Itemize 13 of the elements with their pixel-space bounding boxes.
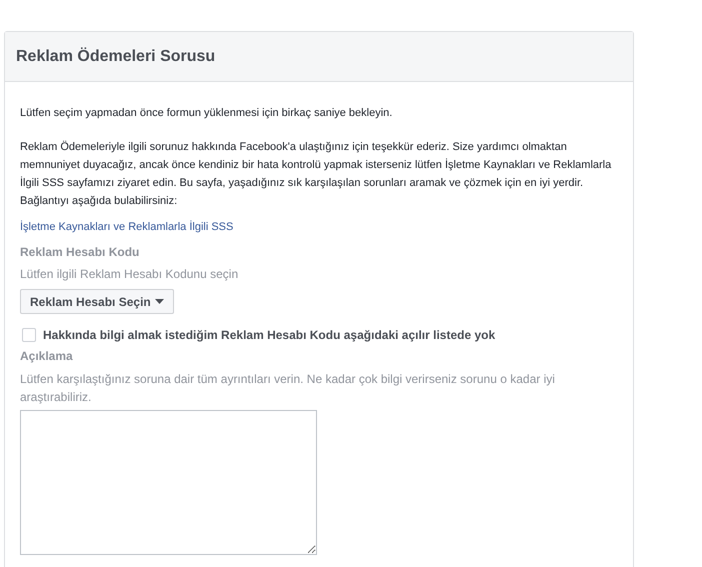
faq-link[interactable]: İşletme Kaynakları ve Reklamlarla İlgili SSS [20, 218, 234, 236]
field-hint: Lütfen ilgili Reklam Hesabı Kodunu seçin [20, 266, 238, 283]
info-paragraph: Reklam Ödemeleriyle ilgili sorunuz hakkında Facebook'a ulaştığınız için teşekkür ederiz. Size yardımcı olmaktan memnuniyet duyacağız, ancak önce kendiniz bir hata kontrolü yapmak isterseniz lütfen İşletme Kaynakları ve Reklamlarla İlgili SSS sayfamızı ziyaret edin. Bu sayfa, yaşadığınız sık karşılaşılan sorunları aramak ve çözmek için en iyi yerdir. Bağlantıyı aşağıda bulabilirsiniz: [20, 140, 612, 209]
field-hint: Lütfen karşılaştığınız soruna dair tüm ayrıntıları verin. Ne kadar çok bilgi verirseniz sorunu o kadar iyi araştırabiliriz. [20, 371, 556, 406]
description-field[interactable] [20, 410, 317, 555]
card-title: Reklam Ödemeleri Sorusu [16, 48, 216, 66]
checkbox-label: Hakkında bilgi almak istediğim Reklam Hesabı Kodu aşağıdaki açılır listede yok [43, 328, 496, 342]
caret-icon [154, 299, 164, 304]
field-label: Açıklama [20, 348, 73, 365]
checkbox[interactable] [22, 328, 36, 342]
field-label: Reklam Hesabı Kodu [20, 244, 140, 261]
notice-text: Lütfen seçim yapmadan önce formun yüklenmesi için birkaç saniye bekleyin. [20, 106, 392, 121]
account-dropdown[interactable]: Reklam Hesabı Seçin [20, 289, 174, 314]
